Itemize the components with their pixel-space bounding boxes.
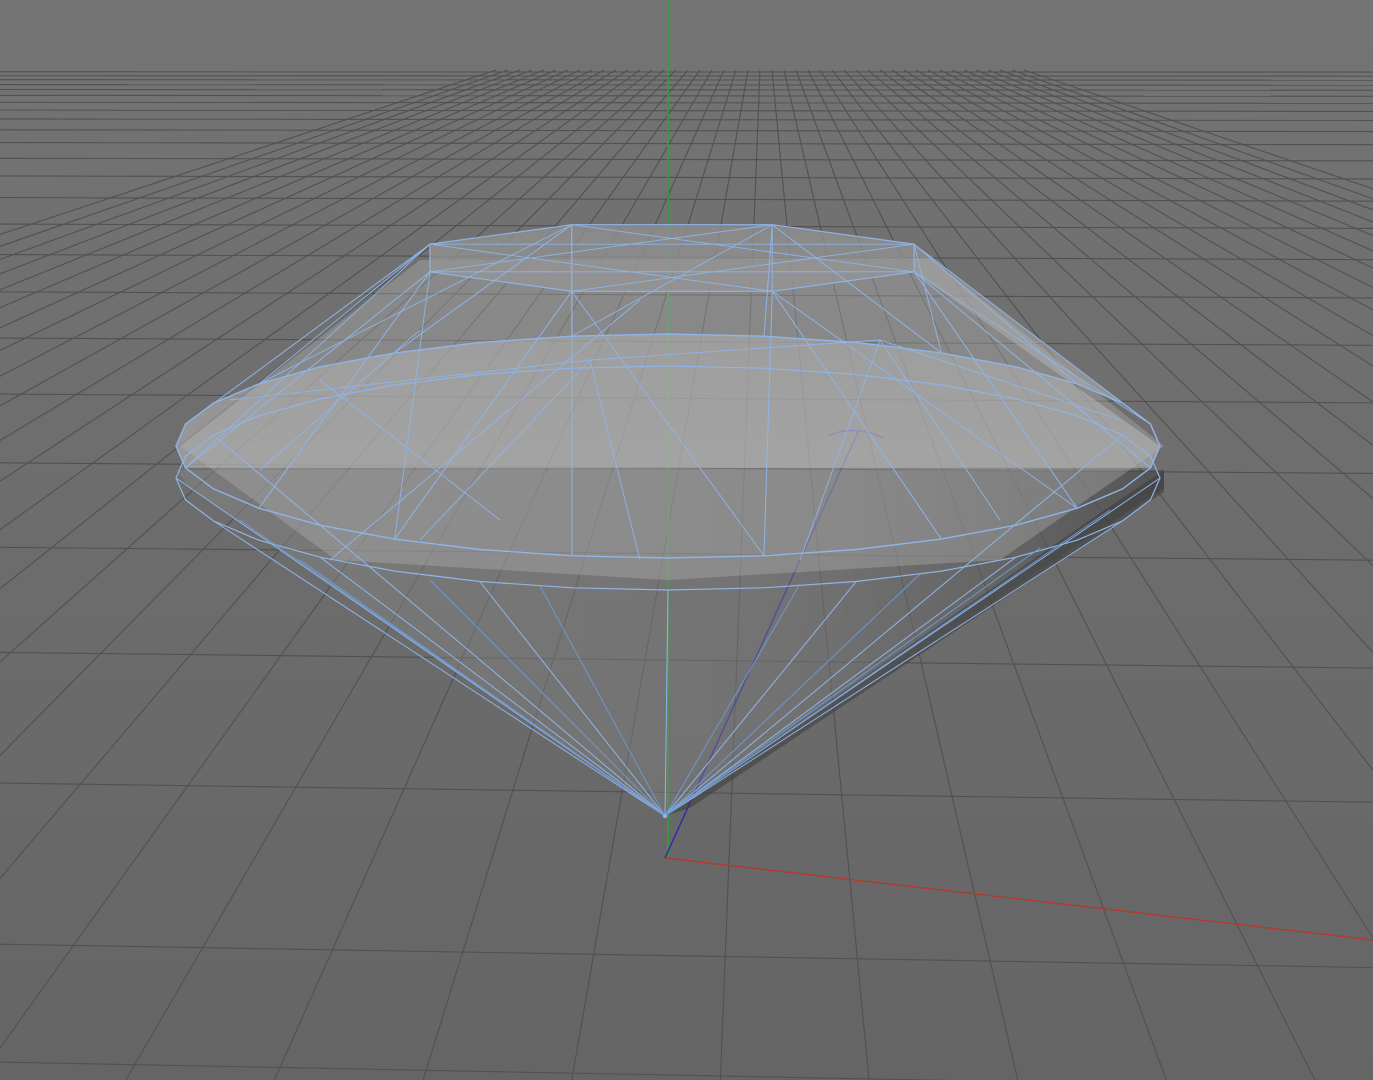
grid-line [0,84,1373,86]
3d-viewport[interactable] [0,0,1373,1080]
table-face [429,224,915,292]
culet-point [662,813,668,819]
viewport-canvas[interactable] [0,0,1373,1080]
